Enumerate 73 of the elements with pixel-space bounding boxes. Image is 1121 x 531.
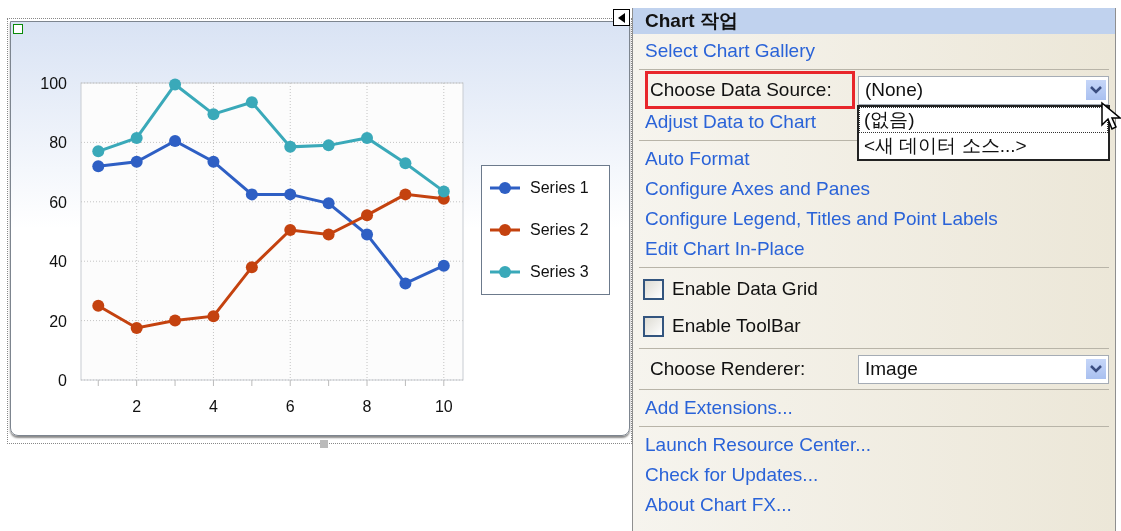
task-link[interactable]: Adjust Data to Chart	[645, 107, 817, 137]
checkbox[interactable]	[643, 316, 664, 337]
data-point	[399, 188, 412, 201]
data-point	[437, 185, 450, 198]
data-point	[284, 224, 297, 236]
data-point	[169, 78, 182, 91]
legend-label: Series 2	[530, 220, 589, 240]
task-link[interactable]: Launch Resource Center...	[645, 430, 872, 460]
data-point	[169, 314, 182, 327]
chart-control[interactable]: 0 20 40 60 80 100 2 4 6 8 10 Series 1 Series 2 Series 3	[10, 21, 630, 436]
axis-tick-label: 0	[58, 372, 67, 389]
axis-tick-label: 100	[40, 75, 67, 92]
legend-label: Series 1	[530, 178, 589, 198]
axis-tick-label: 8	[362, 398, 372, 415]
left-triangle-icon	[617, 12, 626, 23]
task-link[interactable]: About Chart FX...	[645, 490, 792, 520]
data-point	[92, 299, 105, 312]
dropdown-caret-icon	[1086, 359, 1106, 379]
data-point	[399, 277, 412, 290]
legend-marker-icon	[490, 181, 520, 195]
task-link[interactable]: Add Extensions...	[645, 393, 793, 423]
task-link[interactable]: Select Chart Gallery	[645, 36, 815, 66]
axis-tick-label: 2	[132, 398, 142, 415]
data-point	[361, 209, 373, 222]
data-point	[169, 134, 182, 147]
field-label: Choose Renderer:	[649, 356, 807, 381]
data-point	[361, 228, 373, 241]
data-point	[130, 131, 143, 144]
checkbox[interactable]	[643, 279, 664, 300]
data-point	[284, 140, 297, 153]
data-point	[207, 108, 220, 121]
data-point	[322, 139, 335, 152]
data-point	[92, 160, 105, 173]
task-link[interactable]: Edit Chart In-Place	[645, 234, 805, 264]
axis-tick-label: 40	[49, 253, 67, 271]
axis-tick-label: 80	[49, 134, 67, 152]
dropdown-field[interactable]: (None)	[858, 75, 1109, 105]
task-link[interactable]: Configure Axes and Panes	[645, 174, 870, 204]
task-link[interactable]: Auto Format	[645, 144, 750, 174]
smart-tag-icon	[13, 24, 23, 34]
data-point	[322, 197, 335, 210]
legend-label: Series 3	[530, 262, 589, 282]
axis-tick-label: 60	[49, 193, 67, 211]
legend-marker-icon	[490, 265, 520, 279]
task-link[interactable]: Check for Updates...	[645, 460, 819, 490]
axis-tick-label: 10	[434, 398, 453, 415]
dropdown-field[interactable]: Image	[858, 354, 1109, 384]
field-label: Choose Data Source:	[645, 70, 855, 110]
data-point	[92, 145, 105, 158]
resize-handle[interactable]	[320, 440, 328, 448]
data-point	[207, 310, 220, 323]
data-point	[130, 155, 143, 168]
legend-marker-icon	[490, 223, 520, 237]
axis-tick-label: 6	[285, 398, 295, 415]
data-point	[245, 261, 258, 274]
collapse-button[interactable]	[613, 9, 630, 26]
data-point	[437, 259, 450, 272]
data-point	[245, 188, 258, 201]
dropdown-option[interactable]: <새 데이터 소스...>	[859, 133, 1108, 159]
data-point	[245, 96, 258, 109]
checkbox-label: Enable ToolBar	[672, 314, 801, 339]
dropdown-caret-icon	[1086, 80, 1106, 100]
data-point	[322, 228, 335, 241]
data-point	[130, 322, 143, 335]
data-point	[361, 131, 373, 144]
axis-tick-label: 4	[209, 398, 218, 415]
axis-tick-label: 20	[49, 312, 67, 330]
checkbox-label: Enable Data Grid	[672, 277, 818, 302]
panel-title: Chart 작업	[633, 8, 1115, 34]
task-link[interactable]: Configure Legend, Titles and Point Labels	[645, 204, 998, 234]
data-point	[207, 155, 220, 168]
data-point	[284, 188, 297, 201]
data-point	[399, 157, 412, 170]
